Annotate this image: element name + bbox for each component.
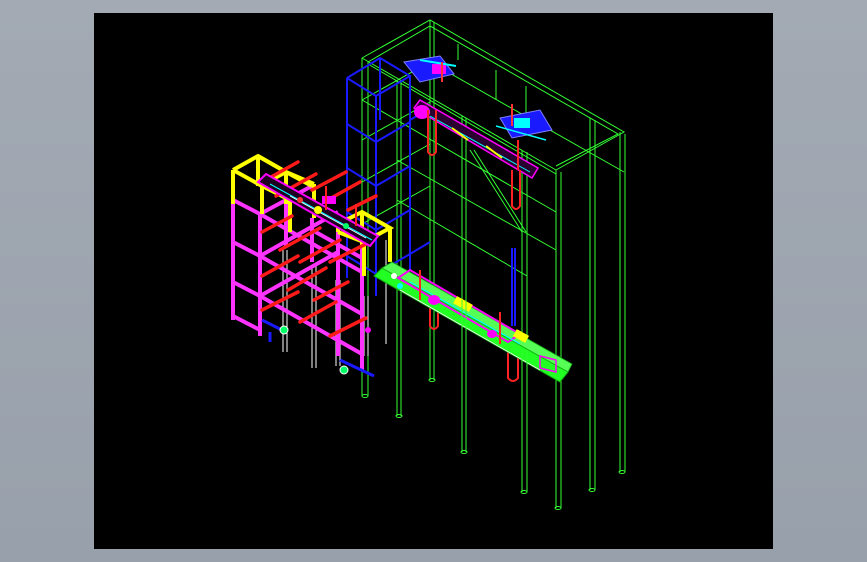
upper-trolley-assembly [403, 55, 553, 180]
main-frame-structure [361, 19, 626, 510]
cad-viewport[interactable] [94, 13, 773, 549]
rack-lower-section [231, 184, 364, 370]
cad-wireframe-drawing [231, 19, 626, 510]
lower-conveyor-beam [373, 261, 573, 383]
